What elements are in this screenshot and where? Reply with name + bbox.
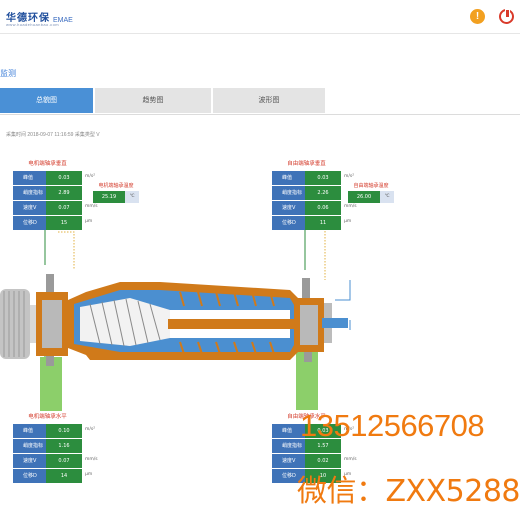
panel-row: 峭度指标 2.26 bbox=[272, 185, 341, 200]
feed-tube-upper bbox=[170, 310, 290, 319]
left-bearing bbox=[42, 300, 62, 348]
center-shaft bbox=[168, 319, 294, 329]
temp-row: 26.00 ℃ bbox=[348, 191, 394, 203]
row-label: 速度V bbox=[13, 454, 46, 468]
row-value: 0.06 bbox=[305, 201, 341, 215]
unit-label: mm/s bbox=[344, 457, 357, 462]
right-sensor-bottom bbox=[304, 352, 312, 362]
panel-row: 速度V 0.07 bbox=[13, 200, 82, 215]
row-value: 2.89 bbox=[46, 186, 82, 200]
row-label: 位移D bbox=[272, 216, 305, 230]
panel-row: 峭度指标 2.89 bbox=[13, 185, 82, 200]
panel-title: 自由端轴承垂直 bbox=[272, 158, 341, 170]
overlay-wechat-id: 微信：ZXX528886 bbox=[297, 474, 520, 509]
left-sensor-bottom bbox=[46, 356, 54, 366]
unit-label: μm bbox=[85, 472, 93, 477]
panel-motor-horizontal: 电机端轴承水平 峰值 0.10 峭度指标 1.16 速度V 0.07 位移D 14 bbox=[13, 411, 82, 483]
panel-title: 电机端轴承水平 bbox=[13, 411, 82, 423]
panel-row: 峰值 0.10 bbox=[13, 423, 82, 438]
pipe-flange-top bbox=[324, 303, 332, 318]
temp-connector-lines bbox=[58, 228, 326, 280]
row-value: 0.07 bbox=[46, 201, 82, 215]
row-value: 0.03 bbox=[305, 171, 341, 185]
row-value: 14 bbox=[46, 469, 82, 483]
panel-row: 峭度指标 1.16 bbox=[13, 438, 82, 453]
left-sensor-top bbox=[46, 274, 54, 292]
row-value: 0.07 bbox=[46, 454, 82, 468]
panel-motor-vertical: 电机端轴承垂直 峰值 0.03 峭度指标 2.89 速度V 0.07 位移D 15 bbox=[13, 158, 82, 230]
panel-row: 峰值 0.03 bbox=[13, 170, 82, 185]
unit-label: m/s² bbox=[344, 174, 355, 179]
panel-free-vertical: 自由端轴承垂直 峰值 0.03 峭度指标 2.26 速度V 0.06 位移D 11 bbox=[272, 158, 341, 230]
panel-row: 位移D 14 bbox=[13, 468, 82, 483]
row-label: 峰值 bbox=[272, 171, 305, 185]
panel-row: 速度V 0.06 bbox=[272, 200, 341, 215]
unit-label: mm/s bbox=[344, 204, 357, 209]
unit-label: mm/s bbox=[85, 457, 98, 462]
temp-box-free: 自由端轴承温度 26.00 ℃ bbox=[348, 182, 394, 203]
row-value: 0.03 bbox=[46, 171, 82, 185]
row-label: 峭度指标 bbox=[13, 439, 46, 453]
row-label: 峭度指标 bbox=[272, 186, 305, 200]
panel-title: 电机端轴承垂直 bbox=[13, 158, 82, 170]
unit-label: m/s² bbox=[85, 174, 96, 179]
row-label: 位移D bbox=[13, 216, 46, 230]
temp-title: 自由端轴承温度 bbox=[353, 183, 389, 189]
unit-label: μm bbox=[344, 219, 352, 224]
feed-tube-lower bbox=[170, 329, 290, 338]
row-value: 11 bbox=[305, 216, 341, 230]
right-bearing bbox=[300, 305, 318, 345]
row-label: 峭度指标 bbox=[13, 186, 46, 200]
temp-value: 25.19 bbox=[93, 191, 125, 203]
right-sensor-top bbox=[302, 278, 310, 298]
row-value: 0.10 bbox=[46, 424, 82, 438]
row-value: 15 bbox=[46, 216, 82, 230]
row-value: 1.16 bbox=[46, 439, 82, 453]
feed-pipe bbox=[322, 318, 348, 328]
temp-box-motor: 电机端轴承温度 25.19 ℃ bbox=[93, 182, 139, 203]
unit-label: μm bbox=[85, 219, 93, 224]
row-label: 位移D bbox=[13, 469, 46, 483]
unit-label: mm/s bbox=[85, 204, 98, 209]
temp-unit: ℃ bbox=[380, 191, 394, 203]
pipe-flange-bottom bbox=[324, 328, 332, 343]
panel-row: 位移D 15 bbox=[13, 215, 82, 230]
temp-row: 25.19 ℃ bbox=[93, 191, 139, 203]
row-label: 峰值 bbox=[13, 171, 46, 185]
overlay-phone-number: 13512566708 bbox=[300, 408, 485, 443]
panel-row: 速度V 0.07 bbox=[13, 453, 82, 468]
temp-unit: ℃ bbox=[125, 191, 139, 203]
row-label: 速度V bbox=[13, 201, 46, 215]
row-label: 峰值 bbox=[13, 424, 46, 438]
panel-row: 位移D 11 bbox=[272, 215, 341, 230]
unit-label: m/s² bbox=[85, 427, 96, 432]
temp-title: 电机端轴承温度 bbox=[98, 183, 134, 189]
panel-row: 峰值 0.03 bbox=[272, 170, 341, 185]
app-window: 华德环保 EMAE www.huadehuanbao.com 监测 总貌图 趋势… bbox=[0, 0, 520, 520]
temp-value: 26.00 bbox=[348, 191, 380, 203]
row-label: 速度V bbox=[272, 201, 305, 215]
row-value: 2.26 bbox=[305, 186, 341, 200]
